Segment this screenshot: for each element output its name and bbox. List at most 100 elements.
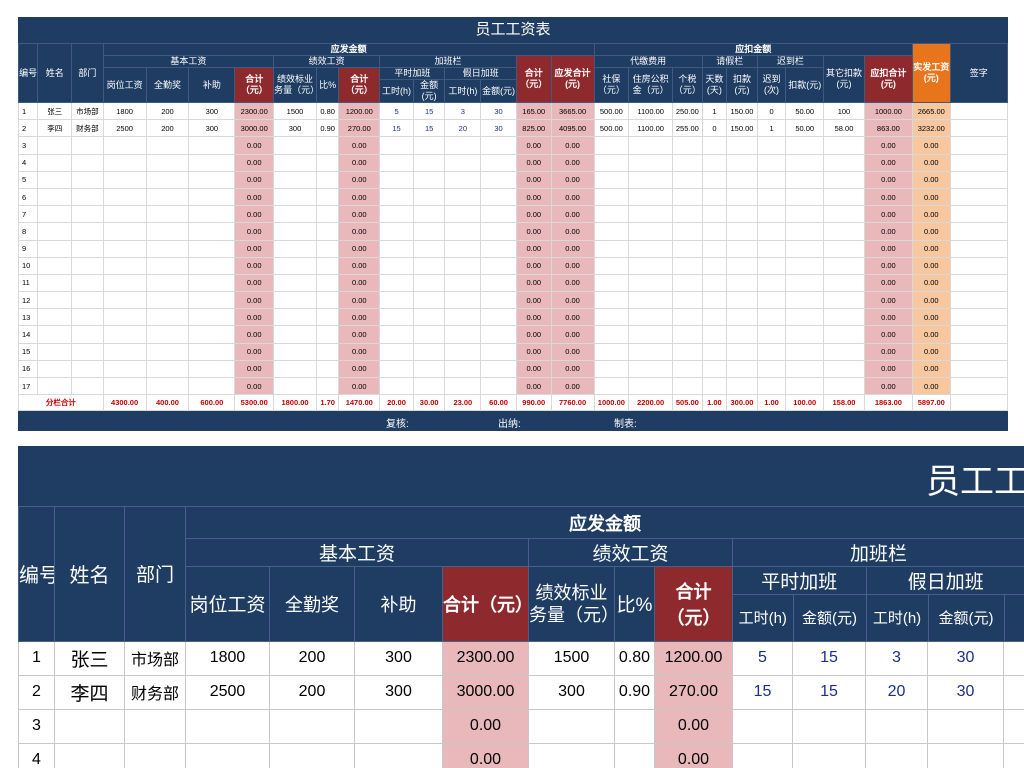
cell-name <box>37 256 73 275</box>
cell-psje <box>412 291 446 310</box>
cell-gangwei <box>102 325 147 344</box>
cell-jrgs <box>865 742 928 768</box>
cell-jbheji: 0.00 <box>515 205 552 224</box>
cell-ykheji: 0.00 <box>863 136 913 155</box>
cell-psgs <box>379 239 414 258</box>
cell-yfheji: 0.00 <box>550 187 595 207</box>
table-row: 3 0.00 0.00 <box>18 708 1024 744</box>
cell-ykheji: 0.00 <box>863 325 913 344</box>
cell-buzhu <box>188 308 236 327</box>
cell-jrje <box>480 359 517 379</box>
col-jxheji: 合计（元） <box>338 67 381 103</box>
cell-heji: 0.00 <box>234 342 275 361</box>
group-qingjia: 请假栏 <box>701 55 758 68</box>
cell-jxheji: 270.00 <box>338 119 381 138</box>
cell-chidao <box>756 376 787 396</box>
table-row: 16 0.00 0.00 0.00 0.00 0.00 0.00 <box>17 359 1009 379</box>
cell-jxb <box>273 325 317 344</box>
cell-yfheji: 0.00 <box>550 222 595 241</box>
cell-ykheji: 0.00 <box>863 205 913 224</box>
cell-geshui <box>672 187 703 207</box>
cell-cdkk <box>785 291 825 310</box>
cell-shifa: 0.00 <box>911 342 951 361</box>
cell-shebao <box>593 342 630 361</box>
cell-geshui <box>672 205 703 224</box>
cell-gangwei <box>102 342 147 361</box>
cell-shifa: 0.00 <box>911 291 951 310</box>
cell-zhufang <box>628 136 674 155</box>
cell-tianshu <box>701 325 728 344</box>
cell-chidao <box>756 205 787 224</box>
cell-tianshu <box>701 273 728 293</box>
cell-zhufang <box>628 291 674 310</box>
cell-zhufang: 1100.00 <box>628 119 674 138</box>
cell-quanqin <box>145 153 190 172</box>
cell-geshui <box>672 342 703 361</box>
cell-qita <box>823 291 865 310</box>
cell-bi <box>315 170 340 189</box>
cell-tianshu: 1 <box>701 101 728 121</box>
cell-qjkk <box>726 359 758 379</box>
cell-no: 16 <box>17 359 39 379</box>
cell-dept: 市场部 <box>71 101 104 121</box>
cell-psje <box>412 342 446 361</box>
cell-jxheji: 0.00 <box>338 342 381 361</box>
cell-quanqin <box>145 359 190 379</box>
zoom-col-psgs: 工时(h) <box>733 594 794 641</box>
cell-heji: 0.00 <box>234 239 275 258</box>
cell-jrje <box>480 308 517 327</box>
cell-qita <box>823 170 865 189</box>
cell-psgs <box>379 308 414 327</box>
cell-ykheji: 0.00 <box>863 239 913 258</box>
cell-dept <box>71 376 104 396</box>
cell-psgs: 5 <box>732 640 793 676</box>
totals-value: 23.00 <box>444 394 482 412</box>
cell-yfheji: 0.00 <box>550 136 595 155</box>
cell-jxb <box>273 308 317 327</box>
cell-jbheji: 0.00 <box>515 325 552 344</box>
cell-quanqin <box>269 708 355 744</box>
zoom-col-heji: 合计（元） <box>442 566 529 642</box>
cell-zhufang <box>628 273 674 293</box>
cell-jrgs: 20 <box>865 674 928 710</box>
cell-heji: 3000.00 <box>442 674 529 710</box>
cell-jbheji: 0.00 <box>515 187 552 207</box>
cell-heji: 2300.00 <box>234 101 275 121</box>
cell-jxb <box>273 170 317 189</box>
cell-tianshu <box>701 222 728 241</box>
cell-shebao <box>593 291 630 310</box>
cell-gangwei <box>102 376 147 396</box>
cell-tianshu <box>701 291 728 310</box>
cell-jrje <box>480 376 517 396</box>
cell-tianshu <box>701 376 728 396</box>
cell-name <box>37 342 73 361</box>
table-row: 8 0.00 0.00 0.00 0.00 0.00 0.00 <box>17 222 1009 241</box>
cell-yfheji: 0.00 <box>550 170 595 189</box>
cell-jxheji: 270.00 <box>654 674 733 710</box>
cell-bi <box>614 708 655 744</box>
cell-yfheji: 0.00 <box>550 376 595 396</box>
cell-qita <box>823 205 865 224</box>
cell-gangwei <box>102 291 147 310</box>
cell-zhufang <box>628 359 674 379</box>
cell-heji: 0.00 <box>234 136 275 155</box>
cell-jxheji: 0.00 <box>338 136 381 155</box>
cell-jxb <box>273 222 317 241</box>
cell-geshui <box>672 256 703 275</box>
cell-qjkk: 150.00 <box>726 119 758 138</box>
cell-jxb <box>273 342 317 361</box>
cell-jxheji: 0.00 <box>654 742 733 768</box>
group-pingshi: 平时加班 <box>379 67 446 80</box>
cell-shifa: 0.00 <box>911 325 951 344</box>
cell-jxb <box>273 239 317 258</box>
cell-qianzi <box>949 205 1009 224</box>
col-cdkk: 扣款(元) <box>785 67 825 103</box>
cell-jrje <box>480 222 517 241</box>
totals-value: 5300.00 <box>234 394 275 412</box>
cell-jxheji: 0.00 <box>338 376 381 396</box>
cell-no: 10 <box>17 256 39 275</box>
cell-yfheji: 0.00 <box>550 359 595 379</box>
col-qjkk: 扣款(元) <box>726 67 758 103</box>
zoom-col-dept: 部门 <box>124 506 186 642</box>
cell-cdkk: 50.00 <box>785 119 825 138</box>
